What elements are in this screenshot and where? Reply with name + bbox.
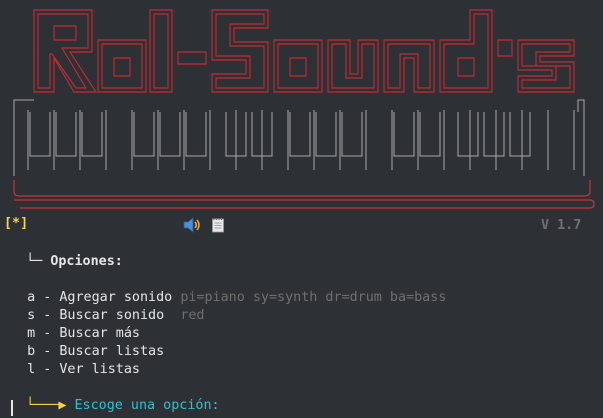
piano-black-key [55, 112, 77, 157]
piano-black-key [133, 112, 155, 157]
prompt-arrow: └───▶ [26, 398, 67, 413]
piano-frame [13, 99, 585, 176]
options-heading: Opciones: [50, 254, 123, 269]
piano-black-key [289, 112, 311, 157]
notepad-icon [212, 218, 224, 233]
piano-keyboard-art [13, 99, 585, 176]
option-key: l [27, 362, 36, 377]
piano-black-key [393, 112, 415, 157]
piano-black-key [483, 112, 505, 157]
piano-black-key [419, 112, 441, 157]
status-marker: [*] [4, 216, 29, 231]
piano-black-key [81, 112, 103, 157]
piano-black-key [341, 112, 363, 157]
piano-black-key [159, 112, 181, 157]
option-row-l[interactable]: l - Ver listas [11, 343, 140, 379]
options-heading-row: └─ Opciones: [10, 235, 123, 271]
input-cursor[interactable] [11, 400, 13, 416]
prompt-text: Escoge una opción: [74, 398, 220, 413]
piano-black-key [315, 112, 337, 157]
piano-black-key [509, 112, 531, 157]
red-bar [13, 180, 591, 197]
piano-black-key [185, 112, 207, 157]
piano-black-key [29, 112, 51, 157]
version-label: V 1.7 [541, 218, 582, 233]
ascii-title-art [33, 9, 575, 93]
option-hint: pi=piano sy=synth dr=drum ba=bass [180, 290, 447, 305]
ascii-banner [13, 9, 595, 209]
tree-prefix: └─ [26, 254, 43, 269]
option-hint: red [180, 308, 205, 323]
speaker-icon [183, 217, 200, 233]
red-bar-bottom [14, 199, 595, 209]
prompt-row: └───▶ Escoge una opción: [10, 379, 220, 415]
option-label: Ver listas [59, 362, 140, 377]
piano-black-key [457, 112, 479, 157]
